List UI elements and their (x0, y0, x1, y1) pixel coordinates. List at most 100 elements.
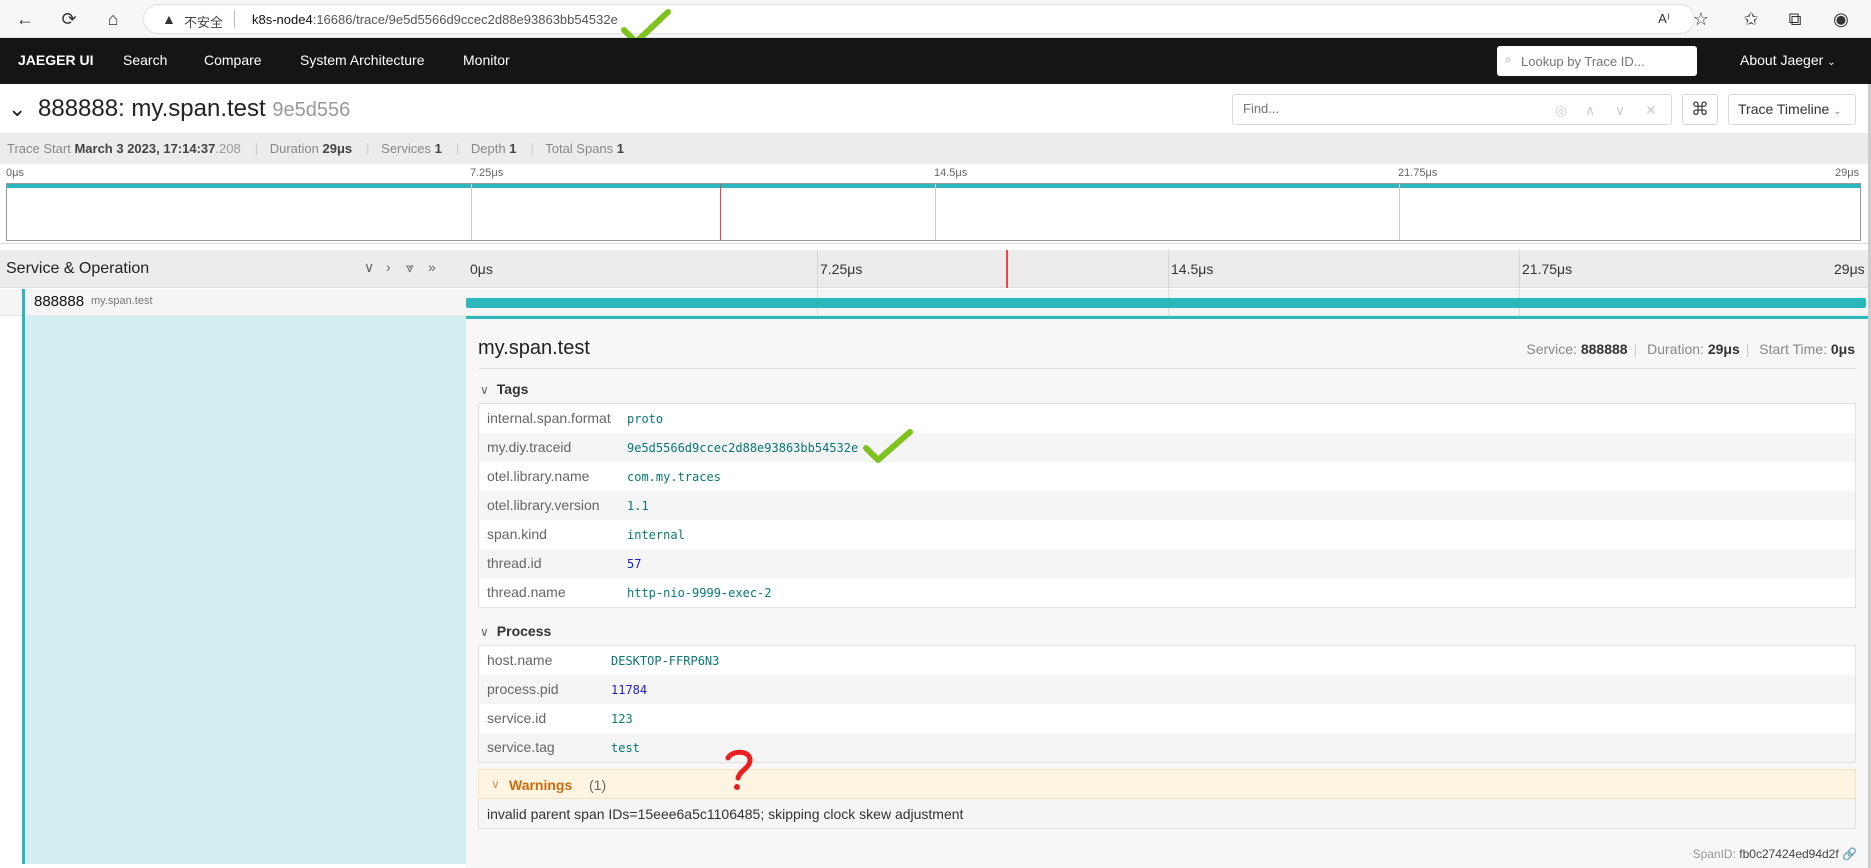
divider (478, 368, 1856, 369)
span-detail-panel: my.span.test Service: 888888 | Duration: … (466, 316, 1871, 868)
warnings-section-toggle[interactable]: ∨ Warnings (1) (478, 769, 1856, 799)
insecure-label: 不安全 (184, 15, 224, 30)
clear-find-icon[interactable]: ✕ (1645, 102, 1657, 119)
collapse-chevron-icon[interactable]: ⌄ (8, 96, 26, 122)
timeline-tick: 14.5μs (1171, 261, 1214, 277)
process-table: host.name DESKTOP-FFRP6N3 process.pid 11784… (478, 645, 1856, 763)
favorites-icon[interactable]: ✩ (1738, 7, 1764, 31)
collapse-all-icon[interactable]: ⩔ (406, 259, 414, 276)
check-annotation-icon (863, 429, 913, 463)
back-arrow-icon[interactable]: ← (12, 7, 38, 31)
process-value: DESKTOP-FFRP6N3 (611, 654, 720, 668)
prev-match-icon[interactable]: ∧ (1585, 102, 1595, 119)
minimap-gridline (1399, 184, 1400, 240)
tags-value: 1.1 (627, 499, 649, 513)
process-section-toggle[interactable]: ∨ Process (480, 623, 551, 639)
tags-row[interactable]: internal.span.format proto (479, 404, 1855, 433)
process-key: host.name (487, 652, 553, 668)
trace-minimap[interactable]: 0μs 7.25μs 14.5μs 21.75μs 29μs (0, 164, 1871, 244)
minimap-tick: 7.25μs (470, 167, 504, 179)
timeline-tick: 0μs (470, 261, 493, 277)
collapse-one-icon[interactable]: ∨ (364, 259, 374, 276)
tags-row[interactable]: my.diy.traceid 9e5d5566d9ccec2d88e93863bb… (479, 433, 1855, 462)
keyboard-shortcuts-button[interactable]: ⌘ (1682, 94, 1718, 125)
question-annotation-icon (725, 749, 753, 790)
trace-start: Trace Start March 3 2023, 17:14:37.208 (7, 141, 241, 156)
chevron-down-icon: ∨ (480, 383, 489, 397)
minimap-canvas[interactable] (6, 183, 1861, 241)
home-icon[interactable]: ⌂ (100, 7, 126, 31)
timeline-tick: 21.75μs (1522, 261, 1573, 277)
url-host: k8s-node4 (252, 12, 313, 27)
expand-one-icon[interactable]: › (386, 259, 391, 275)
span-row[interactable]: 888888 my.span.test (0, 289, 1871, 316)
find-input[interactable] (1243, 101, 1543, 116)
span-duration-bar[interactable] (466, 298, 1866, 308)
service-operation-label: Service & Operation (6, 260, 150, 277)
favorite-add-icon[interactable]: ☆ (1688, 7, 1714, 31)
address-bar[interactable]: ▲ 不安全 k8s-node4:16686/trace/9e5d5566d9cc… (143, 4, 1695, 34)
timeline-tick: 7.25μs (820, 261, 863, 277)
minimap-tick: 0μs (6, 167, 24, 179)
span-indent-bar (22, 289, 25, 316)
view-mode-select[interactable]: Trace Timeline ⌄ (1728, 94, 1856, 125)
nav-search[interactable]: Search (123, 52, 167, 68)
next-match-icon[interactable]: ∨ (1615, 102, 1625, 119)
minimap-tick: 21.75μs (1398, 167, 1438, 179)
link-icon[interactable]: 🔗 (1842, 847, 1857, 861)
warning-icon: ▲ (162, 11, 176, 27)
view-mode-label: Trace Timeline (1738, 101, 1830, 117)
tags-key: internal.span.format (487, 410, 611, 426)
timeline-gridline (1168, 250, 1169, 288)
trace-lookup: ⌕ (1497, 46, 1697, 76)
trace-title: 888888: my.span.test 9e5d556 (38, 95, 350, 123)
tags-key: span.kind (487, 526, 547, 542)
tags-row[interactable]: thread.id 57 (479, 549, 1855, 578)
read-aloud-icon[interactable]: A⁾ (1651, 7, 1677, 31)
span-detail-meta: Service: 888888 | Duration: 29μs | Start T… (1526, 341, 1855, 357)
profile-icon[interactable]: ◉ (1828, 7, 1854, 31)
chevron-down-icon: ∨ (480, 625, 489, 639)
tags-value: internal (627, 528, 685, 542)
tags-key: my.diy.traceid (487, 439, 572, 455)
trace-depth: Depth 1 (470, 141, 517, 156)
jaeger-logo[interactable]: JAEGER UI (18, 52, 93, 68)
span-operation-name: my.span.test (91, 295, 153, 307)
tags-value: proto (627, 412, 664, 426)
process-value: 123 (611, 712, 633, 726)
process-row[interactable]: host.name DESKTOP-FFRP6N3 (479, 646, 1855, 675)
search-icon: ⌕ (1505, 52, 1512, 66)
tags-row[interactable]: otel.library.version 1.1 (479, 491, 1855, 520)
span-id: SpanID: fb0c27424ed94d2f 🔗 (1692, 847, 1857, 861)
locate-icon[interactable]: ◎ (1555, 102, 1567, 119)
browser-toolbar: ← ⟳ ⌂ ▲ 不安全 k8s-node4:16686/trace/9e5d55… (0, 0, 1871, 38)
nav-system-architecture[interactable]: System Architecture (300, 52, 425, 68)
timeline-gridline (1519, 250, 1520, 288)
command-icon: ⌘ (1691, 99, 1709, 119)
process-row[interactable]: service.id 123 (479, 704, 1855, 733)
minimap-gridline (471, 184, 472, 240)
chevron-down-icon: ∨ (491, 777, 500, 791)
expand-all-icon[interactable]: » (428, 259, 436, 275)
nav-monitor[interactable]: Monitor (463, 52, 510, 68)
tags-section-toggle[interactable]: ∨ Tags (480, 381, 528, 397)
process-key: service.id (487, 710, 547, 726)
tags-row[interactable]: thread.name http-nio-9999-exec-2 (479, 578, 1855, 607)
collections-icon[interactable]: ⧉ (1782, 7, 1808, 31)
tags-table: internal.span.format proto my.diy.traceid 9… (478, 403, 1856, 608)
about-jaeger-menu[interactable]: About Jaeger ⌄ (1740, 52, 1836, 68)
process-row[interactable]: service.tag test (479, 733, 1855, 762)
tags-key: thread.name (487, 584, 566, 600)
tags-row[interactable]: span.kind internal (479, 520, 1855, 549)
trace-lookup-input[interactable] (1521, 51, 1691, 71)
url-text[interactable]: k8s-node4:16686/trace/9e5d5566d9ccec2d88… (252, 12, 618, 27)
process-row[interactable]: process.pid 11784 (479, 675, 1855, 704)
trace-summary: Trace Start March 3 2023, 17:14:37.208 | … (0, 134, 1871, 164)
tags-row[interactable]: otel.library.name com.my.traces (479, 462, 1855, 491)
trace-services: Services 1 (381, 141, 442, 156)
tags-value: http-nio-9999-exec-2 (627, 586, 772, 600)
process-value: test (611, 741, 640, 755)
reload-icon[interactable]: ⟳ (56, 7, 82, 31)
trace-id-short: 9e5d556 (272, 99, 351, 121)
nav-compare[interactable]: Compare (204, 52, 262, 68)
